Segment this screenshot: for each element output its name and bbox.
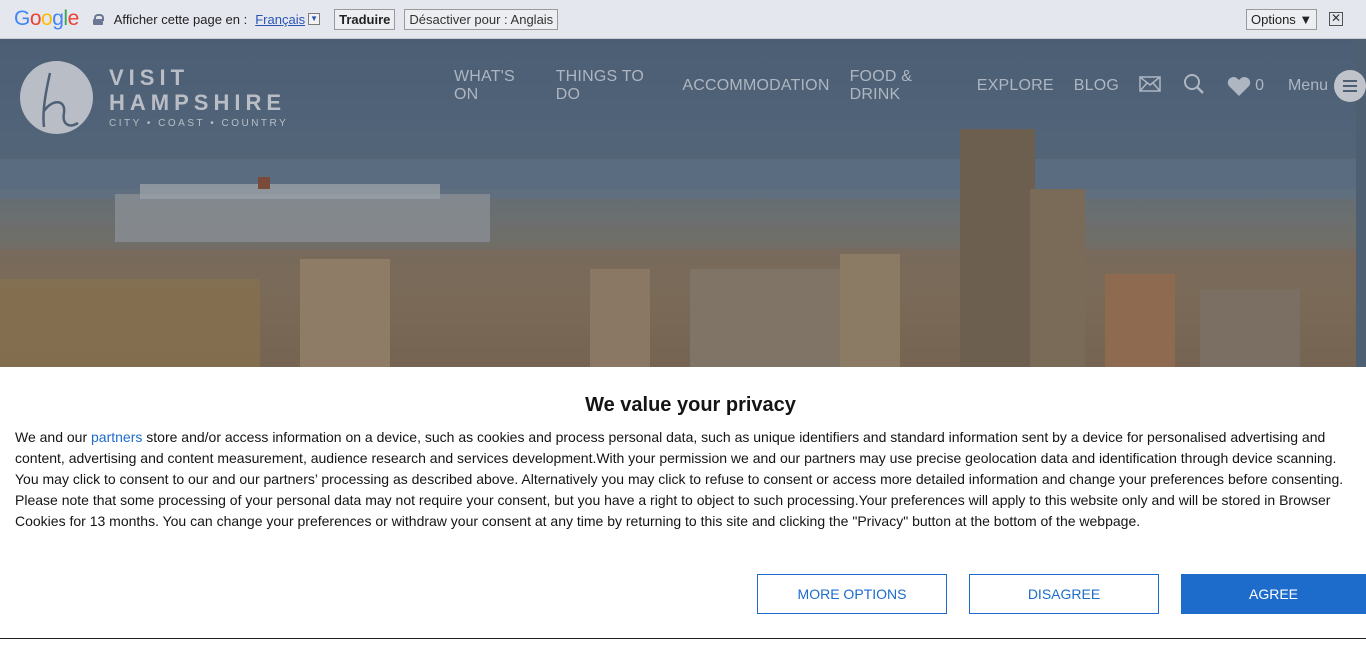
agree-button[interactable]: AGREE [1181, 574, 1366, 614]
more-options-button[interactable]: MORE OPTIONS [757, 574, 947, 614]
mail-icon[interactable] [1139, 75, 1161, 97]
nav-accommodation[interactable]: ACCOMMODATION [682, 77, 829, 95]
disagree-button[interactable]: DISAGREE [969, 574, 1159, 614]
disable-translate-button[interactable]: Désactiver pour : Anglais [404, 8, 559, 30]
translate-prompt: Afficher cette page en : [113, 11, 248, 27]
privacy-body-text-start: We and our [15, 429, 92, 445]
site-logo[interactable]: VISIT HAMPSHIRE CITY • COAST • COUNTRY [20, 61, 288, 134]
menu-button[interactable]: Menu [1288, 70, 1366, 102]
favorites-button[interactable]: 0 [1227, 76, 1264, 97]
logo-visit: VISIT [109, 65, 190, 90]
nav-whats-on[interactable]: WHAT'S ON [454, 68, 536, 104]
search-icon[interactable] [1183, 73, 1205, 100]
translate-bar: Google Afficher cette page en : Français… [0, 0, 1366, 39]
hamburger-icon [1334, 70, 1366, 102]
nav-explore[interactable]: EXPLORE [977, 77, 1054, 95]
close-icon[interactable]: ✕ [1329, 12, 1343, 26]
privacy-body-text-rest: store and/or access information on a dev… [15, 429, 1344, 529]
options-button[interactable]: Options ▼ [1246, 9, 1318, 30]
nav-things-to-do[interactable]: THINGS TO DO [556, 68, 663, 104]
google-logo: Google [14, 7, 79, 30]
chevron-down-icon[interactable]: ▼ [308, 13, 321, 25]
logo-mark [20, 61, 93, 134]
heart-icon [1227, 76, 1251, 96]
page-below [0, 639, 1366, 651]
partners-link[interactable]: partners [91, 429, 142, 445]
translate-button[interactable]: Traduire [334, 8, 396, 30]
logo-tagline: CITY • COAST • COUNTRY [109, 118, 289, 129]
nav-blog[interactable]: BLOG [1074, 77, 1119, 95]
main-nav: WHAT'S ON THINGS TO DO ACCOMMODATION FOO… [454, 68, 1366, 104]
favorites-count: 0 [1255, 77, 1264, 94]
hero-image: VISIT HAMPSHIRE CITY • COAST • COUNTRY W… [0, 39, 1366, 367]
language-select[interactable]: Français [255, 12, 305, 27]
nav-food-drink[interactable]: FOOD & DRINK [850, 68, 957, 104]
logo-hampshire: HAMPSHIRE [109, 90, 287, 115]
lock-icon [92, 13, 104, 25]
privacy-body: We and our partners store and/or access … [15, 427, 1355, 532]
privacy-consent-dialog: We value your privacy We and our partner… [0, 367, 1366, 639]
privacy-title: We value your privacy [585, 394, 796, 416]
menu-label: Menu [1287, 77, 1328, 94]
